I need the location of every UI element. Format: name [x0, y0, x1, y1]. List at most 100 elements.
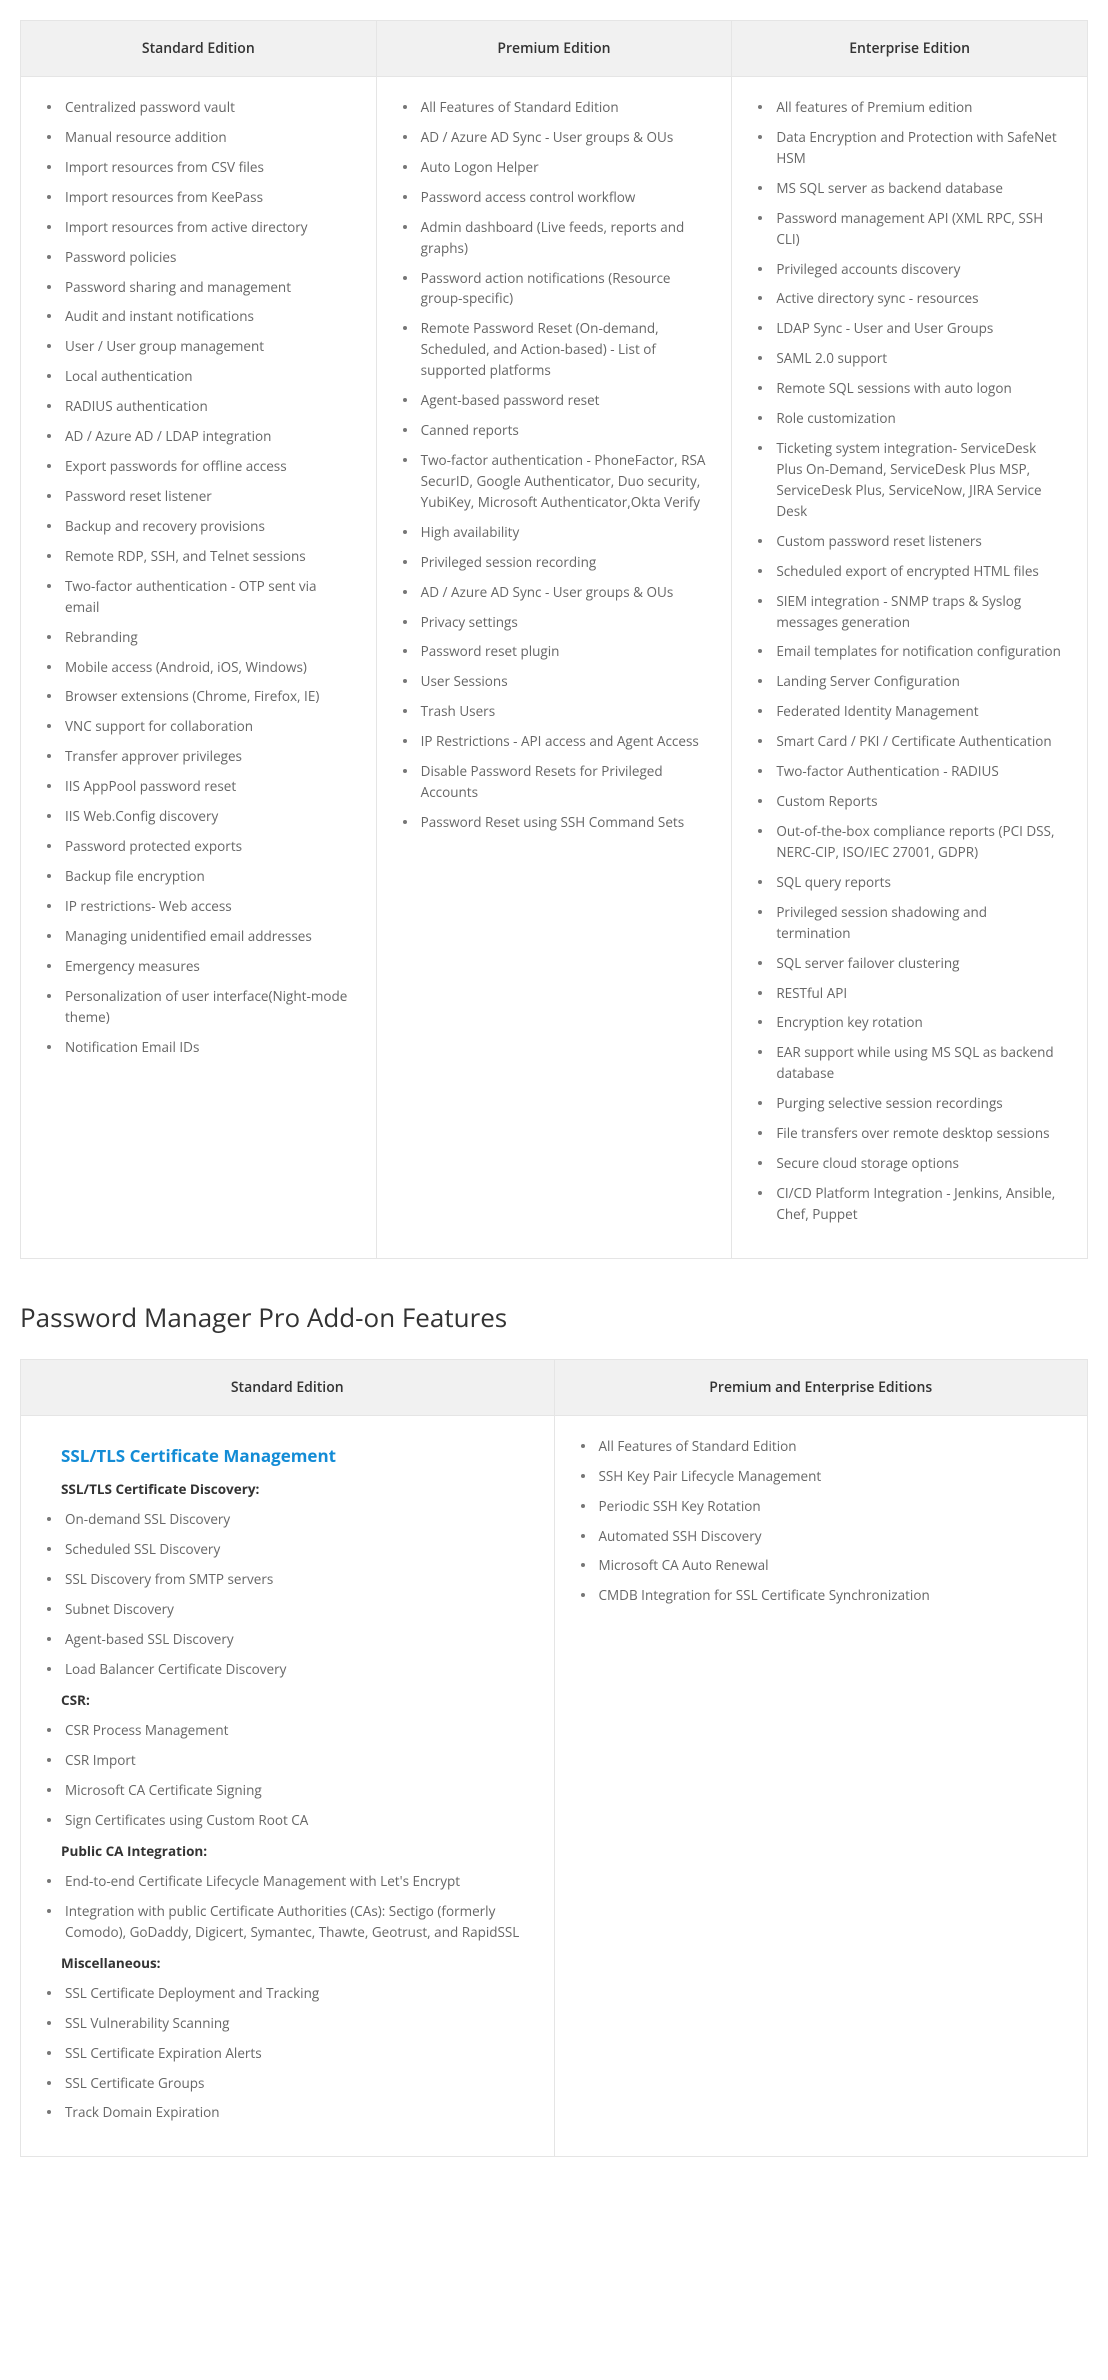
- addon-section-heading: Password Manager Pro Add-on Features: [20, 1299, 1088, 1335]
- list-item: Ticketing system integration- ServiceDes…: [772, 438, 1063, 522]
- header-standard: Standard Edition: [21, 21, 377, 77]
- list-item: Agent-based SSL Discovery: [61, 1629, 530, 1650]
- list-item: Automated SSH Discovery: [595, 1526, 1064, 1547]
- addon-header-standard: Standard Edition: [21, 1359, 555, 1415]
- list-item: High availability: [417, 522, 708, 543]
- list-item: AD / Azure AD / LDAP integration: [61, 426, 352, 447]
- list-item: Encryption key rotation: [772, 1012, 1063, 1033]
- list-item: Microsoft CA Certificate Signing: [61, 1780, 530, 1801]
- list-item: AD / Azure AD Sync - User groups & OUs: [417, 127, 708, 148]
- list-item: CSR Process Management: [61, 1720, 530, 1741]
- list-item: End-to-end Certificate Lifecycle Managem…: [61, 1871, 530, 1892]
- group-feature-list: On-demand SSL Discovery Scheduled SSL Dis…: [33, 1509, 530, 1680]
- list-item: EAR support while using MS SQL as backen…: [772, 1042, 1063, 1084]
- list-item: Admin dashboard (Live feeds, reports and…: [417, 217, 708, 259]
- list-item: Managing unidentified email addresses: [61, 926, 352, 947]
- list-item: User / User group management: [61, 336, 352, 357]
- list-item: All Features of Standard Edition: [595, 1436, 1064, 1457]
- list-item: On-demand SSL Discovery: [61, 1509, 530, 1530]
- list-item: Periodic SSH Key Rotation: [595, 1496, 1064, 1517]
- list-item: SSH Key Pair Lifecycle Management: [595, 1466, 1064, 1487]
- list-item: SSL Certificate Deployment and Tracking: [61, 1983, 530, 2004]
- list-item: VNC support for collaboration: [61, 716, 352, 737]
- list-item: Trash Users: [417, 701, 708, 722]
- list-item: Subnet Discovery: [61, 1599, 530, 1620]
- list-item: Mobile access (Android, iOS, Windows): [61, 657, 352, 678]
- list-item: Privileged session recording: [417, 552, 708, 573]
- list-item: Password action notifications (Resource …: [417, 268, 708, 310]
- list-item: Import resources from CSV files: [61, 157, 352, 178]
- list-item: CSR Import: [61, 1750, 530, 1771]
- list-item: SSL Certificate Groups: [61, 2073, 530, 2094]
- list-item: Scheduled SSL Discovery: [61, 1539, 530, 1560]
- list-item: SIEM integration - SNMP traps & Syslog m…: [772, 591, 1063, 633]
- list-item: Notification Email IDs: [61, 1037, 352, 1058]
- list-item: Centralized password vault: [61, 97, 352, 118]
- list-item: Personalization of user interface(Night-…: [61, 986, 352, 1028]
- list-item: Out-of-the-box compliance reports (PCI D…: [772, 821, 1063, 863]
- list-item: Custom password reset listeners: [772, 531, 1063, 552]
- list-item: IIS Web.Config discovery: [61, 806, 352, 827]
- list-item: Remote Password Reset (On-demand, Schedu…: [417, 318, 708, 381]
- list-item: Backup and recovery provisions: [61, 516, 352, 537]
- group-feature-list: End-to-end Certificate Lifecycle Managem…: [33, 1871, 530, 1943]
- list-item: RESTful API: [772, 983, 1063, 1004]
- standard-features-cell: Centralized password vaultManual resourc…: [21, 77, 377, 1259]
- list-item: IIS AppPool password reset: [61, 776, 352, 797]
- enterprise-features-cell: All features of Premium edition Data Encr…: [732, 77, 1088, 1259]
- list-item: Import resources from active directory: [61, 217, 352, 238]
- addon-comparison-table: Standard Edition Premium and Enterprise …: [20, 1359, 1088, 2158]
- list-item: Scheduled export of encrypted HTML files: [772, 561, 1063, 582]
- list-item: Audit and instant notifications: [61, 306, 352, 327]
- list-item: Local authentication: [61, 366, 352, 387]
- addon-premium-enterprise-cell: All Features of Standard Edition SSH Key …: [554, 1415, 1088, 2157]
- list-item: IP restrictions- Web access: [61, 896, 352, 917]
- list-item: Track Domain Expiration: [61, 2102, 530, 2123]
- list-item: User Sessions: [417, 671, 708, 692]
- list-item: Data Encryption and Protection with Safe…: [772, 127, 1063, 169]
- list-item: Privacy settings: [417, 612, 708, 633]
- list-item: Two-factor authentication - PhoneFactor,…: [417, 450, 708, 513]
- list-item: Sign Certificates using Custom Root CA: [61, 1810, 530, 1831]
- list-item: Role customization: [772, 408, 1063, 429]
- list-item: Password policies: [61, 247, 352, 268]
- list-item: CI/CD Platform Integration - Jenkins, An…: [772, 1183, 1063, 1225]
- list-item: Smart Card / PKI / Certificate Authentic…: [772, 731, 1063, 752]
- list-item: Rebranding: [61, 627, 352, 648]
- list-item: Password reset listener: [61, 486, 352, 507]
- list-item: Password access control workflow: [417, 187, 708, 208]
- list-item: Two-factor authentication - OTP sent via…: [61, 576, 352, 618]
- list-item: AD / Azure AD Sync - User groups & OUs: [417, 582, 708, 603]
- list-item: SAML 2.0 support: [772, 348, 1063, 369]
- list-item: Password sharing and management: [61, 277, 352, 298]
- list-item: Password Reset using SSH Command Sets: [417, 812, 708, 833]
- group-feature-list: CSR Process Management CSR Import Microsof…: [33, 1720, 530, 1831]
- list-item: SSL Vulnerability Scanning: [61, 2013, 530, 2034]
- group-label: SSL/TLS Certificate Discovery:: [61, 1479, 530, 1499]
- list-item: Privileged session shadowing and termina…: [772, 902, 1063, 944]
- list-item: Two-factor Authentication - RADIUS: [772, 761, 1063, 782]
- list-item: Agent-based password reset: [417, 390, 708, 411]
- header-premium: Premium Edition: [376, 21, 732, 77]
- addon-header-premium-enterprise: Premium and Enterprise Editions: [554, 1359, 1088, 1415]
- list-item: Export passwords for offline access: [61, 456, 352, 477]
- list-item: SSL Certificate Expiration Alerts: [61, 2043, 530, 2064]
- list-item: RADIUS authentication: [61, 396, 352, 417]
- list-item: SQL query reports: [772, 872, 1063, 893]
- editions-comparison-table: Standard Edition Premium Edition Enterpr…: [20, 20, 1088, 1259]
- group-feature-list: SSL Certificate Deployment and Tracking S…: [33, 1983, 530, 2124]
- list-item: Canned reports: [417, 420, 708, 441]
- list-item: Transfer approver privileges: [61, 746, 352, 767]
- list-item: File transfers over remote desktop sessi…: [772, 1123, 1063, 1144]
- list-item: Auto Logon Helper: [417, 157, 708, 178]
- list-item: Import resources from KeePass: [61, 187, 352, 208]
- list-item: IP Restrictions - API access and Agent A…: [417, 731, 708, 752]
- list-item: Microsoft CA Auto Renewal: [595, 1555, 1064, 1576]
- list-item: SQL server failover clustering: [772, 953, 1063, 974]
- list-item: Remote RDP, SSH, and Telnet sessions: [61, 546, 352, 567]
- list-item: Disable Password Resets for Privileged A…: [417, 761, 708, 803]
- list-item: All features of Premium edition: [772, 97, 1063, 118]
- list-item: All Features of Standard Edition: [417, 97, 708, 118]
- list-item: Backup file encryption: [61, 866, 352, 887]
- list-item: Emergency measures: [61, 956, 352, 977]
